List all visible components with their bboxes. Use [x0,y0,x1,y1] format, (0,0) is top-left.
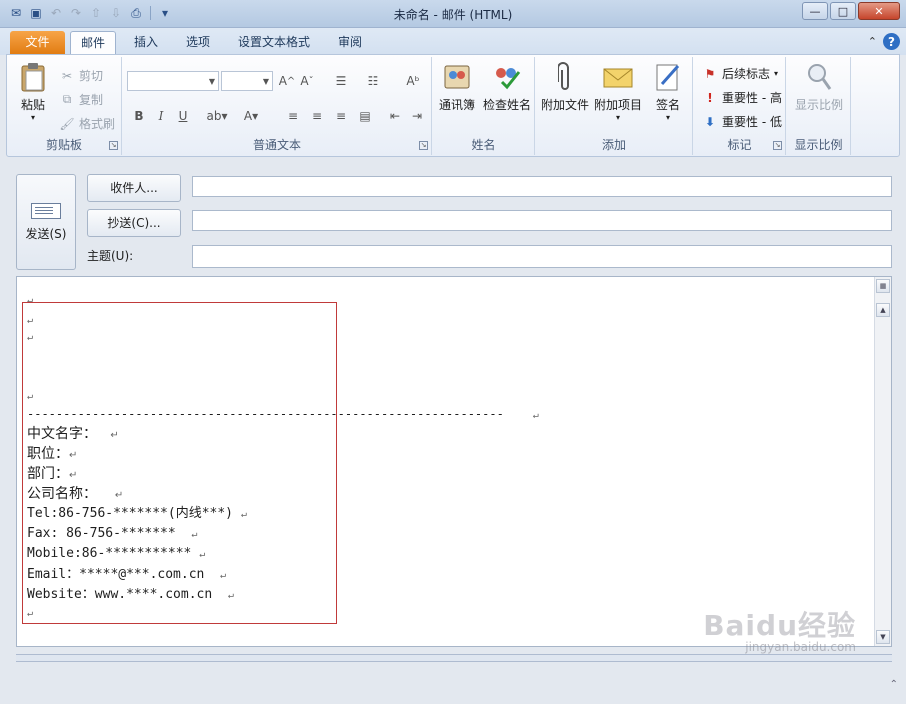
zoom-group-label: 显示比例 [794,138,843,152]
tab-review[interactable]: 审阅 [328,31,372,55]
tab-options[interactable]: 选项 [176,31,220,55]
format-painter-button[interactable]: 🖌 格式刷 [59,115,115,132]
copy-button[interactable]: ⧉ 复制 [59,91,103,108]
bullets-icon[interactable]: ☰ [331,72,351,90]
attach-item-button[interactable]: 附加项目 ▾ [592,61,644,122]
basic-text-launcher-icon[interactable]: ↘ [419,141,428,150]
follow-up-button[interactable]: ⚑ 后续标志 ▾ [702,65,778,82]
attach-file-button[interactable]: 附加文件 [540,61,590,113]
scroll-down-icon[interactable]: ▼ [876,630,890,644]
numbering-icon[interactable]: ☷ [363,72,383,90]
scissors-icon: ✂ [61,68,73,83]
address-book-button[interactable]: 通讯簿 [435,61,479,113]
check-names-button[interactable]: 检查姓名 [481,61,533,113]
low-importance-button[interactable]: ⬇ 重要性 - 低 [702,113,782,130]
include-group: 附加文件 附加项目 ▾ 签名 ▾ 添加 [536,57,693,155]
highlight-icon[interactable]: ab▾ [207,107,228,125]
window-title: 未命名 - 邮件 (HTML) [393,8,513,22]
shrink-font-icon[interactable]: Aˇ [297,72,317,90]
basic-text-group-label: 普通文本 [252,138,301,152]
paperclip-icon [549,61,581,93]
brush-icon: 🖌 [59,116,75,131]
include-group-label: 添加 [601,138,626,152]
align-center-icon[interactable]: ≡ [307,107,327,125]
check-names-icon [491,61,523,93]
clear-format-icon[interactable]: Aᵇ [403,72,423,90]
address-book-icon [441,61,473,93]
tags-launcher-icon[interactable]: ↘ [773,141,782,150]
minimize-button[interactable]: — [802,2,828,20]
scroll-up-icon[interactable]: ▲ [876,303,890,317]
names-group-label: 姓名 [471,138,496,152]
increase-indent-icon[interactable]: ⇥ [407,107,427,125]
clipboard-group-label: 剪贴板 [45,138,82,152]
send-envelope-icon [31,203,61,219]
down-arrow-icon: ⬇ [704,114,716,129]
paste-button[interactable]: 粘贴 ▾ [13,61,53,122]
to-field[interactable] [192,176,892,197]
title-bar: ✉ ▣ ↶ ↷ ⇧ ⇩ ⎙ ▾ 未命名 - 邮件 (HTML) — □ ✕ [0,0,906,28]
watermark-url: jingyan.baidu.com [745,640,856,654]
expand-icon[interactable]: ⌃ [890,679,898,690]
cc-field[interactable] [192,210,892,231]
font-color-icon[interactable]: A▾ [241,107,261,125]
zoom-button[interactable]: 显示比例 [791,61,847,113]
tab-mail[interactable]: 邮件 [70,31,117,55]
to-button[interactable]: 收件人... [87,174,181,202]
names-group: 通讯簿 检查姓名 姓名 [433,57,535,155]
align-right-icon[interactable]: ≡ [331,107,351,125]
clipboard-icon [17,61,49,93]
tab-file[interactable]: 文件 [10,31,65,55]
zoom-group: 显示比例 显示比例 [787,57,851,155]
send-button[interactable]: 发送(S) [16,174,76,270]
help-icon[interactable]: ? [883,33,900,50]
magnifier-icon [803,61,835,93]
decrease-indent-icon[interactable]: ⇤ [385,107,405,125]
italic-button[interactable]: I [151,107,171,125]
tags-group: ⚑ 后续标志 ▾ ! 重要性 - 高 ⬇ 重要性 - 低 标记 ↘ [694,57,786,155]
status-bar: ⌃ [0,664,906,704]
ruler-toggle-icon[interactable]: ▦ [876,279,890,293]
justify-icon[interactable]: ▤ [355,107,375,125]
highlight-box [22,302,337,624]
horizontal-divider [16,654,892,662]
message-body[interactable]: ↵ ↵ ↵ ↵ --------------------------------… [16,276,892,647]
close-button[interactable]: ✕ [858,2,900,20]
exclamation-icon: ! [707,90,713,105]
copy-icon: ⧉ [62,92,72,106]
envelope-icon [602,61,634,93]
flag-icon: ⚑ [704,66,716,81]
font-size-combo[interactable]: ▼ [221,71,273,91]
watermark-logo: Baidu经验 [703,609,856,642]
subject-field[interactable] [192,245,892,268]
tags-group-label: 标记 [727,138,752,152]
underline-button[interactable]: U [173,107,193,125]
signature-button[interactable]: 签名 ▾ [648,61,688,122]
vertical-scrollbar[interactable]: ▦ ▲ ▼ [874,277,891,646]
message-header: 发送(S) 收件人... 抄送(C)... 主题(U): [10,162,896,272]
font-name-combo[interactable]: ▼ [127,71,219,91]
cut-button[interactable]: ✂ 剪切 [59,67,103,84]
high-importance-button[interactable]: ! 重要性 - 高 [702,89,782,106]
collapse-ribbon-icon[interactable]: ⌃ [868,35,877,48]
clipboard-launcher-icon[interactable]: ↘ [109,141,118,150]
ribbon: 粘贴 ▾ ✂ 剪切 ⧉ 复制 🖌 格式刷 剪贴板 ↘ ▼ ▼ A ^ Aˇ ☰ ☷ Aᵇ… [6,54,900,157]
tab-format-text[interactable]: 设置文本格式 [228,31,320,55]
tab-insert[interactable]: 插入 [124,31,168,55]
subject-label: 主题(U): [87,249,134,263]
maximize-button[interactable]: □ [830,2,856,20]
clipboard-group: 粘贴 ▾ ✂ 剪切 ⧉ 复制 🖌 格式刷 剪贴板 ↘ [7,57,122,155]
cc-button[interactable]: 抄送(C)... [87,209,181,237]
ribbon-tabs: 文件 邮件 插入 选项 设置文本格式 审阅 ⌃ ? [0,28,906,55]
align-left-icon[interactable]: ≡ [283,107,303,125]
grow-font-icon[interactable]: A ^ [277,72,297,90]
signature-icon [652,61,684,93]
basic-text-group: ▼ ▼ A ^ Aˇ ☰ ☷ Aᵇ B I U ab▾ A▾ ≡ ≡ ≡ ▤ ⇤ … [123,57,432,155]
bold-button[interactable]: B [129,107,149,125]
